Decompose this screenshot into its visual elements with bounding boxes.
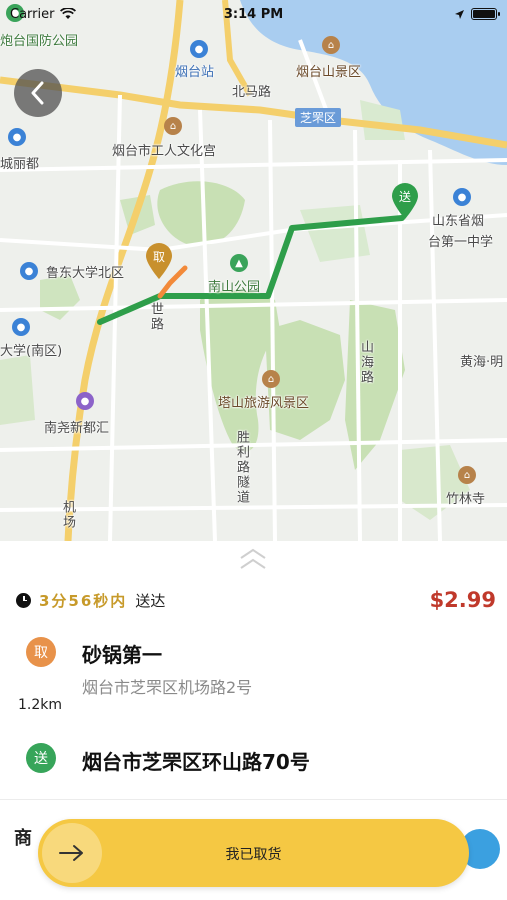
map-label-shengli-tunnel: 胜利路隧道 bbox=[234, 430, 249, 505]
pickup-marker-label: 取 bbox=[152, 250, 165, 264]
map-label-shi-road: 世路 bbox=[148, 302, 163, 332]
map-label-workers-palace: 烟台市工人文化宫 bbox=[112, 144, 217, 159]
park-tree-icon: ▲ bbox=[230, 254, 248, 272]
wifi-icon bbox=[60, 8, 77, 19]
culture-palace-icon: ⌂ bbox=[164, 117, 182, 135]
map-label-jichang-road: 机场 bbox=[60, 500, 75, 530]
pickup-store-name: 砂锅第一 bbox=[82, 643, 162, 667]
eta-suffix: 送达 bbox=[135, 591, 166, 610]
map-label-yantai-station: 烟台站 bbox=[175, 65, 215, 80]
dropoff-address: 烟台市芝罘区环山路70号 bbox=[82, 750, 310, 774]
map-label-yantaishan: 烟台山景区 bbox=[296, 65, 362, 80]
map-label-nanshan-park: 南山公园 bbox=[208, 280, 261, 295]
school-icon: ● bbox=[453, 188, 471, 206]
back-button[interactable] bbox=[14, 69, 62, 117]
battery-icon bbox=[471, 8, 500, 20]
shopping-icon: ● bbox=[76, 392, 94, 410]
picked-up-slider[interactable]: 我已取货 bbox=[38, 819, 469, 887]
map-label-university-south: 大学(南区) bbox=[0, 344, 63, 359]
temple-icon: ⌂ bbox=[458, 466, 476, 484]
eta-row: 3分56秒内 送达 $2.99 bbox=[16, 588, 496, 612]
map-label-school-line1: 山东省烟 bbox=[432, 214, 485, 229]
map-label-nanyao: 南尧新都汇 bbox=[44, 421, 110, 436]
tashan-scenic-icon: ⌂ bbox=[262, 370, 280, 388]
map-label-shanhai-road: 山海路 bbox=[358, 340, 373, 385]
university-icon: ● bbox=[20, 262, 38, 280]
map-label-huanghai: 黄海·明 bbox=[460, 355, 504, 370]
chevron-up-icon[interactable] bbox=[238, 547, 268, 571]
map-label-tashan: 塔山旅游风景区 bbox=[218, 396, 310, 411]
section-divider bbox=[0, 799, 507, 800]
pickup-map-marker[interactable]: 取 bbox=[144, 242, 174, 280]
map-label-school-line2: 台第一中学 bbox=[428, 235, 494, 250]
eta-time: 3分56秒内 bbox=[39, 591, 128, 610]
carrier-label: Carrier bbox=[10, 6, 55, 22]
dropoff-marker-label: 送 bbox=[398, 190, 411, 204]
map-label-chengli: 城丽都 bbox=[0, 157, 40, 172]
chevron-left-icon bbox=[31, 81, 44, 105]
district-tag-zhifu: 芝罘区 bbox=[295, 108, 342, 127]
status-bar: Carrier 3:14 PM bbox=[0, 0, 507, 28]
building-icon: ● bbox=[8, 128, 26, 146]
map-label-paotai: 炮台国防公园 bbox=[0, 34, 79, 49]
university-south-icon: ● bbox=[12, 318, 30, 336]
map-label-beima-road: 北马路 bbox=[232, 85, 272, 100]
slider-label: 我已取货 bbox=[225, 847, 282, 863]
map-view[interactable]: ● ● ⌂ ⌂ ● ● ▲ ● ● ⌂ ● ⌂ 炮台国防公园 烟台站 烟台山景区… bbox=[0, 0, 507, 541]
dropoff-badge: 送 bbox=[26, 743, 56, 773]
route-distance: 1.2km bbox=[18, 697, 63, 713]
dropoff-map-marker[interactable]: 送 bbox=[390, 182, 420, 220]
train-station-icon: ● bbox=[190, 40, 208, 58]
status-time: 3:14 PM bbox=[223, 6, 284, 22]
map-label-ludong-north: 鲁东大学北区 bbox=[46, 266, 125, 281]
map-label-zhulin-temple: 竹林寺 bbox=[446, 492, 486, 507]
pickup-address: 烟台市芝罘区机场路2号 bbox=[82, 678, 253, 697]
location-arrow-icon bbox=[455, 9, 464, 19]
items-section-title: 商 bbox=[14, 828, 32, 849]
order-price: $2.99 bbox=[429, 588, 496, 612]
clock-icon bbox=[16, 592, 31, 608]
scenic-area-icon: ⌂ bbox=[322, 36, 340, 54]
pickup-badge: 取 bbox=[26, 637, 56, 667]
